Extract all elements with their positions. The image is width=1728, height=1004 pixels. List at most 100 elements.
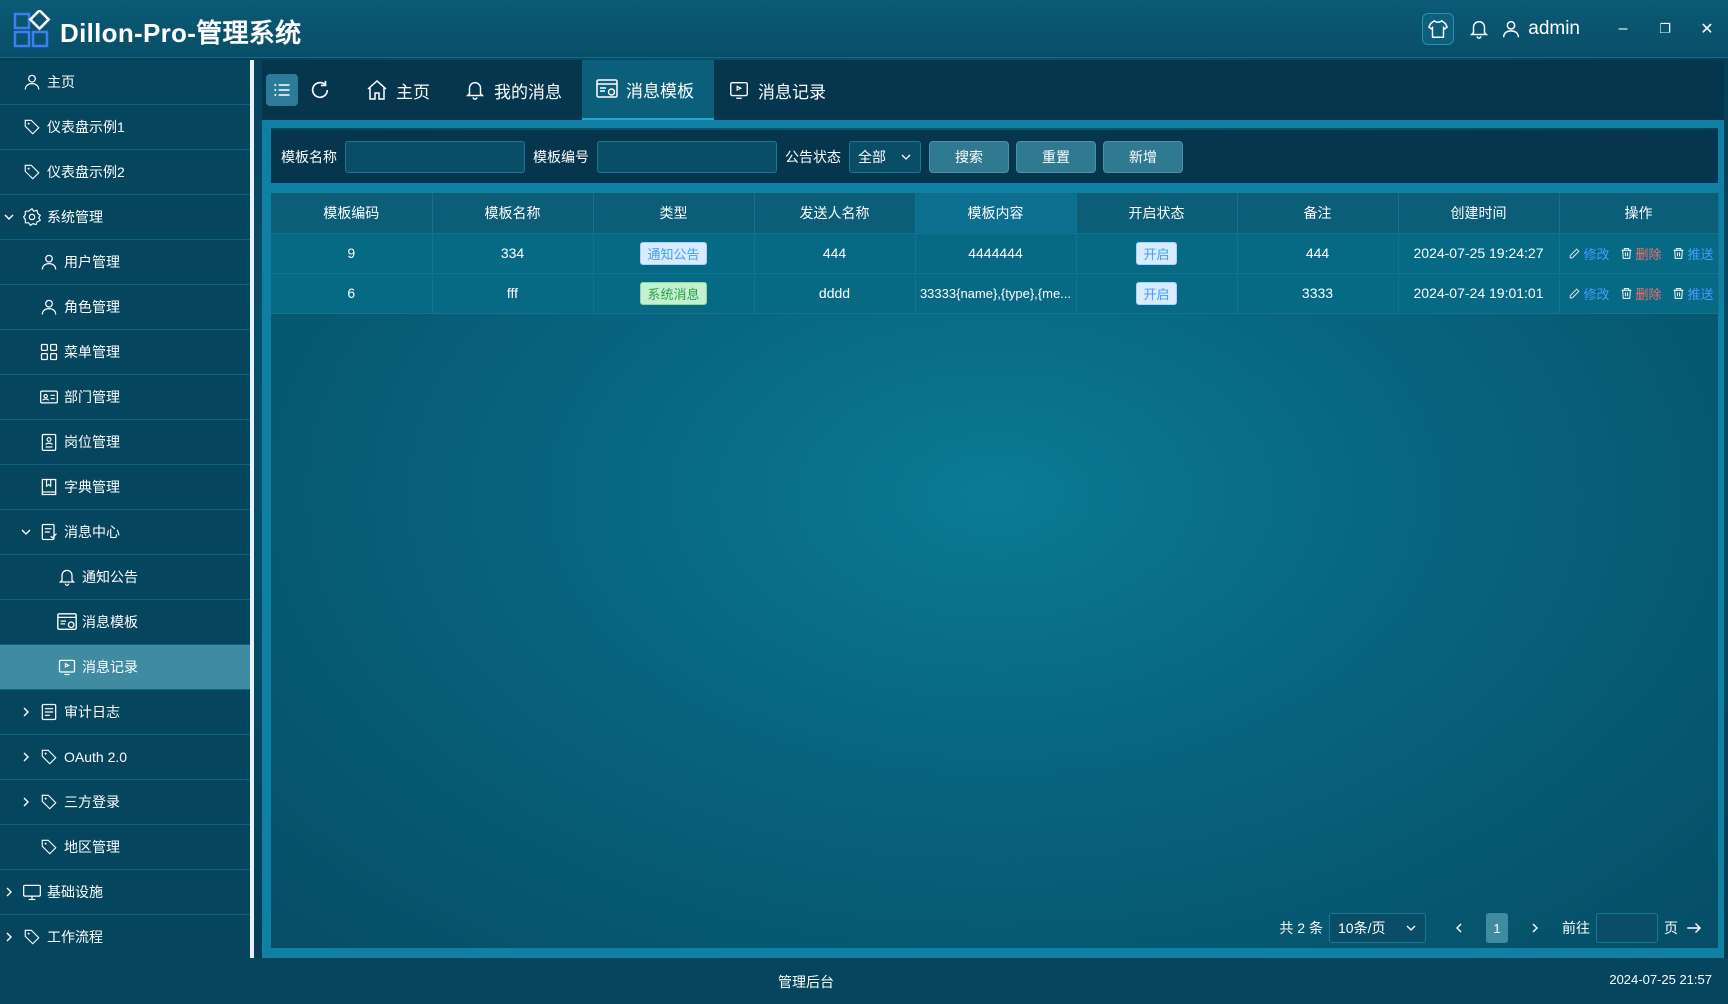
sidebar-item-system-management[interactable]: 系统管理	[0, 195, 250, 240]
close-window-button[interactable]: ✕	[1686, 9, 1728, 49]
delete-button[interactable]: 删除	[1620, 244, 1662, 263]
table-header-row: 模板编码 模板名称 类型 发送人名称 模板内容 开启状态 备注 创建时间 操作	[271, 193, 1719, 234]
sidebar: 主页 仪表盘示例1 仪表盘示例2 系统管理 用户管理 角色管理 菜单管理 部门管…	[0, 60, 254, 958]
notification-bell-button[interactable]	[1464, 14, 1494, 44]
column-header[interactable]: 备注	[1237, 193, 1399, 234]
push-label: 推送	[1687, 286, 1714, 302]
type-badge: 通知公告	[640, 241, 707, 265]
sidebar-item-label: OAuth 2.0	[64, 749, 128, 765]
notice-status-label: 公告状态	[785, 148, 841, 165]
tag-icon	[38, 836, 60, 858]
template-code-label: 模板编号	[533, 148, 589, 165]
chevron-right-icon	[2, 930, 16, 944]
next-page-button[interactable]	[1520, 913, 1550, 943]
sidebar-item-message-center[interactable]: 消息中心	[0, 510, 250, 555]
push-button[interactable]: 推送	[1672, 284, 1714, 303]
tab-message-record[interactable]: 消息记录	[714, 60, 846, 120]
sidebar-item-label: 消息模板	[82, 614, 138, 630]
reset-button[interactable]: 重置	[1016, 140, 1096, 173]
column-header[interactable]: 模板名称	[432, 193, 594, 234]
refresh-icon	[311, 80, 329, 99]
toggle-sidebar-button[interactable]	[266, 74, 298, 106]
table-row[interactable]: 6 fff 系统消息 dddd 33333{name},{type},{me..…	[271, 273, 1719, 314]
sidebar-item-post-management[interactable]: 岗位管理	[0, 420, 250, 465]
column-header[interactable]: 开启状态	[1076, 193, 1238, 234]
page-size-select[interactable]: 10条/页	[1329, 913, 1426, 943]
sidebar-item-user-management[interactable]: 用户管理	[0, 240, 250, 285]
theme-shirt-button[interactable]	[1422, 13, 1455, 45]
push-button[interactable]: 推送	[1672, 244, 1714, 263]
sidebar-item-role-management[interactable]: 角色管理	[0, 285, 250, 330]
page-size-value: 10条/页	[1338, 920, 1386, 936]
total-count: 共 2 条	[1279, 920, 1323, 936]
trash-icon	[1673, 287, 1683, 299]
refresh-button[interactable]	[304, 74, 336, 106]
column-header[interactable]: 操作	[1559, 193, 1719, 234]
tab-label: 消息模板	[626, 81, 694, 101]
tab-my-messages[interactable]: 我的消息	[450, 60, 582, 120]
edit-label: 修改	[1583, 246, 1610, 262]
sidebar-item-dashboard-1[interactable]: 仪表盘示例1	[0, 105, 250, 150]
footer-datetime: 2024-07-25 21:57	[1609, 972, 1712, 987]
tab-message-template[interactable]: 消息模板	[582, 60, 714, 120]
column-header[interactable]: 模板编码	[271, 193, 433, 234]
column-header[interactable]: 类型	[593, 193, 755, 234]
user-icon	[21, 71, 43, 93]
delete-label: 删除	[1635, 246, 1662, 262]
tab-home[interactable]: 主页	[352, 60, 450, 120]
sidebar-item-infrastructure[interactable]: 基础设施	[0, 870, 250, 915]
edit-button[interactable]: 修改	[1568, 284, 1610, 303]
trash-icon	[1673, 247, 1683, 259]
monitor-icon	[21, 881, 43, 903]
sidebar-item-message-record[interactable]: 消息记录	[0, 645, 250, 690]
template-code-input[interactable]	[597, 140, 777, 173]
edit-button[interactable]: 修改	[1568, 244, 1610, 263]
table-row[interactable]: 9 334 通知公告 444 4444444 开启 444 2024-07-25…	[271, 233, 1719, 274]
notice-status-select[interactable]: 全部	[849, 140, 921, 173]
cell-code: 9	[271, 233, 433, 274]
cell-sender: dddd	[754, 273, 916, 314]
sidebar-item-audit-log[interactable]: 审计日志	[0, 690, 250, 735]
sidebar-item-third-party-login[interactable]: 三方登录	[0, 780, 250, 825]
prev-page-button[interactable]	[1444, 913, 1474, 943]
current-page[interactable]: 1	[1486, 913, 1508, 943]
column-header[interactable]: 创建时间	[1398, 193, 1560, 234]
user-menu[interactable]: admin	[1500, 18, 1580, 40]
cell-status: 开启	[1076, 233, 1238, 274]
sidebar-item-notice[interactable]: 通知公告	[0, 555, 250, 600]
type-badge: 系统消息	[640, 281, 707, 305]
column-header[interactable]: 发送人名称	[754, 193, 916, 234]
cell-type: 通知公告	[593, 233, 755, 274]
sidebar-item-department-management[interactable]: 部门管理	[0, 375, 250, 420]
username: admin	[1528, 18, 1580, 39]
search-button[interactable]: 搜索	[929, 140, 1009, 173]
sidebar-item-label: 三方登录	[64, 794, 120, 810]
sidebar-item-dictionary-management[interactable]: 字典管理	[0, 465, 250, 510]
sidebar-item-workflow[interactable]: 工作流程	[0, 915, 250, 958]
column-header[interactable]: 模板内容	[915, 193, 1077, 234]
footer: 管理后台 2024-07-25 21:57	[0, 958, 1728, 1004]
sidebar-item-message-template[interactable]: 消息模板	[0, 600, 250, 645]
sidebar-item-dashboard-2[interactable]: 仪表盘示例2	[0, 150, 250, 195]
minimize-button[interactable]: –	[1602, 9, 1644, 49]
restore-button[interactable]: ❐	[1644, 9, 1686, 49]
tag-icon	[38, 746, 60, 768]
message-record-icon	[56, 656, 78, 678]
sidebar-item-oauth[interactable]: OAuth 2.0	[0, 735, 250, 780]
clipboard-user-icon	[38, 431, 60, 453]
sidebar-item-label: 通知公告	[82, 569, 138, 585]
sidebar-item-home[interactable]: 主页	[0, 60, 250, 105]
chevron-right-icon	[19, 795, 33, 809]
delete-button[interactable]: 删除	[1620, 284, 1662, 303]
template-name-input[interactable]	[345, 140, 525, 173]
content-frame-top	[262, 120, 1724, 128]
sidebar-item-menu-management[interactable]: 菜单管理	[0, 330, 250, 375]
cell-created: 2024-07-25 19:24:27	[1398, 233, 1560, 274]
status-badge: 开启	[1136, 241, 1177, 265]
goto-page-input[interactable]	[1596, 913, 1658, 943]
sidebar-item-label: 仪表盘示例1	[47, 119, 125, 135]
goto-page-button[interactable]	[1682, 916, 1706, 940]
add-button[interactable]: 新增	[1103, 140, 1183, 173]
sidebar-item-region-management[interactable]: 地区管理	[0, 825, 250, 870]
chevron-right-icon	[2, 885, 16, 899]
